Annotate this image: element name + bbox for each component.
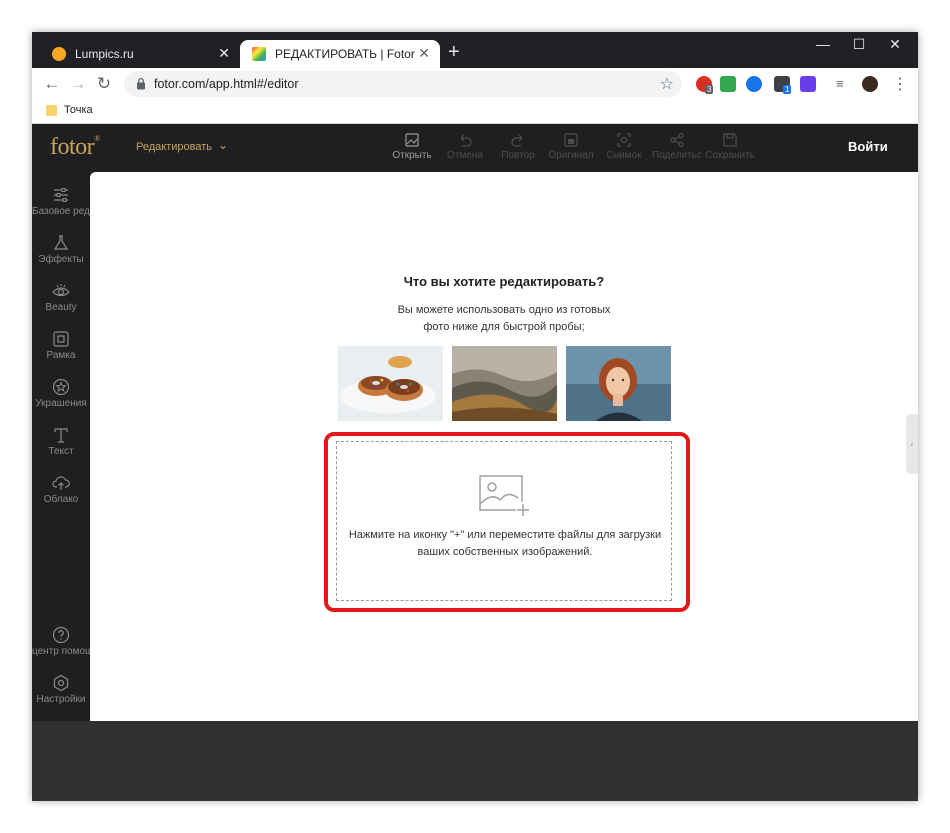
undo-button[interactable]: Отмена	[440, 132, 490, 161]
reload-icon[interactable]: ↻	[92, 73, 116, 95]
help-icon	[52, 626, 70, 644]
page-title: Что вы хотите редактировать?	[403, 274, 605, 289]
forward-arrow-icon[interactable]: →	[66, 73, 90, 95]
tab-title: Lumpics.ru	[75, 47, 134, 61]
close-window-button[interactable]: ✕	[880, 36, 910, 53]
bookmark-tochka[interactable]: Точка	[64, 104, 93, 116]
original-button[interactable]: Оригинал	[546, 132, 596, 161]
text-icon	[54, 428, 68, 443]
address-bar[interactable]: fotor.com/app.html#/editor ☆	[124, 71, 682, 97]
share-icon	[670, 132, 684, 148]
hills-photo	[452, 346, 557, 421]
close-tab-icon[interactable]: ✕	[218, 46, 230, 60]
sample-description: Вы можете использовать одно из готовых ф…	[397, 304, 611, 333]
browser-window: Lumpics.ru ✕ РЕДАКТИРОВАТЬ | Fotor ✕ + —…	[32, 32, 918, 801]
chevron-down-icon[interactable]: ⌄	[218, 138, 228, 152]
sidebar-item-beauty[interactable]: Beauty	[32, 282, 90, 313]
tab-lumpics[interactable]: Lumpics.ru ✕	[40, 40, 240, 68]
login-button[interactable]: Войти	[848, 139, 888, 154]
extension-opera-icon[interactable]: 3	[696, 76, 714, 94]
frame-icon	[53, 331, 69, 347]
sample-image-portrait[interactable]	[566, 346, 671, 421]
fotor-favicon-icon	[252, 47, 266, 61]
extension-box-icon[interactable]: 1	[774, 76, 792, 94]
save-icon	[723, 133, 737, 147]
browser-toolbar: ← → ↻ fotor.com/app.html#/editor ☆ 3 1 ≡…	[32, 68, 918, 100]
portrait-photo	[566, 346, 671, 421]
snapshot-button[interactable]: Снимок	[599, 132, 649, 161]
settings-icon	[53, 674, 69, 692]
undo-icon	[460, 134, 472, 147]
editor-canvas: Что вы хотите редактировать? Вы можете и…	[90, 172, 918, 721]
media-list-icon[interactable]: ≡	[836, 76, 852, 92]
share-button[interactable]: Поделиться	[652, 132, 702, 161]
sidebar-item-effects[interactable]: Эффекты	[32, 234, 90, 265]
extension-globe-icon[interactable]	[746, 76, 762, 92]
url-text: fotor.com/app.html#/editor	[154, 77, 299, 91]
fotor-logo[interactable]: fotor®	[50, 134, 100, 161]
minimize-button[interactable]: —	[808, 36, 838, 52]
sidebar-item-cloud[interactable]: Облако	[32, 474, 90, 505]
open-image-icon	[405, 133, 419, 147]
tab-title: РЕДАКТИРОВАТЬ | Fotor	[275, 47, 415, 61]
highlight-annotation	[324, 432, 690, 612]
lock-icon	[137, 77, 145, 90]
back-arrow-icon[interactable]: ←	[40, 73, 64, 95]
mode-dropdown[interactable]: Редактировать	[136, 141, 212, 153]
tab-fotor[interactable]: РЕДАКТИРОВАТЬ | Fotor ✕	[240, 40, 440, 68]
sidebar-item-text[interactable]: Текст	[32, 426, 90, 457]
tab-strip: Lumpics.ru ✕ РЕДАКТИРОВАТЬ | Fotor ✕ + —…	[32, 32, 918, 68]
donuts-photo	[338, 346, 443, 421]
extension-purple-icon[interactable]	[800, 76, 816, 92]
redo-button[interactable]: Повтор	[493, 132, 543, 161]
sidebar-item-frame[interactable]: Рамка	[32, 330, 90, 361]
original-icon	[564, 133, 578, 147]
fotor-app: fotor® Редактировать ⌄ Открыть Отмена По…	[32, 124, 918, 801]
eye-icon	[52, 284, 70, 297]
sidebar-item-basic[interactable]: Базовое редактирование	[32, 186, 90, 217]
snapshot-icon	[617, 133, 631, 147]
bookmark-star-icon[interactable]: ☆	[660, 74, 674, 94]
close-tab-icon[interactable]: ✕	[418, 46, 430, 60]
sidebar-item-decorations[interactable]: Украшения	[32, 378, 90, 409]
left-sidebar: Базовое редактирование Эффекты Beauty Ра…	[32, 172, 90, 721]
collapse-panel-chevron-icon[interactable]: ‹	[906, 414, 918, 474]
sliders-icon	[54, 188, 68, 202]
redo-icon	[511, 134, 523, 147]
sample-image-hills[interactable]	[452, 346, 557, 421]
lumpics-favicon-icon	[52, 47, 66, 61]
profile-avatar[interactable]	[862, 76, 878, 92]
sample-image-donuts[interactable]	[338, 346, 443, 421]
maximize-button[interactable]: ☐	[844, 36, 874, 53]
extension-music-icon[interactable]	[720, 76, 736, 92]
folder-icon	[46, 105, 57, 116]
save-button[interactable]: Сохранить	[705, 132, 755, 161]
sidebar-item-settings[interactable]: Настройки	[32, 674, 90, 705]
app-header: fotor® Редактировать ⌄ Открыть Отмена По…	[32, 124, 918, 172]
open-button[interactable]: Открыть	[387, 132, 437, 161]
menu-dots-icon[interactable]: ⋮	[892, 74, 908, 94]
sidebar-item-help[interactable]: центр помощи	[32, 626, 90, 657]
flask-icon	[53, 235, 69, 250]
bookmarks-bar: Точка	[32, 100, 918, 124]
new-tab-button[interactable]: +	[448, 42, 460, 62]
star-icon	[52, 378, 70, 396]
cloud-upload-icon	[52, 476, 70, 490]
